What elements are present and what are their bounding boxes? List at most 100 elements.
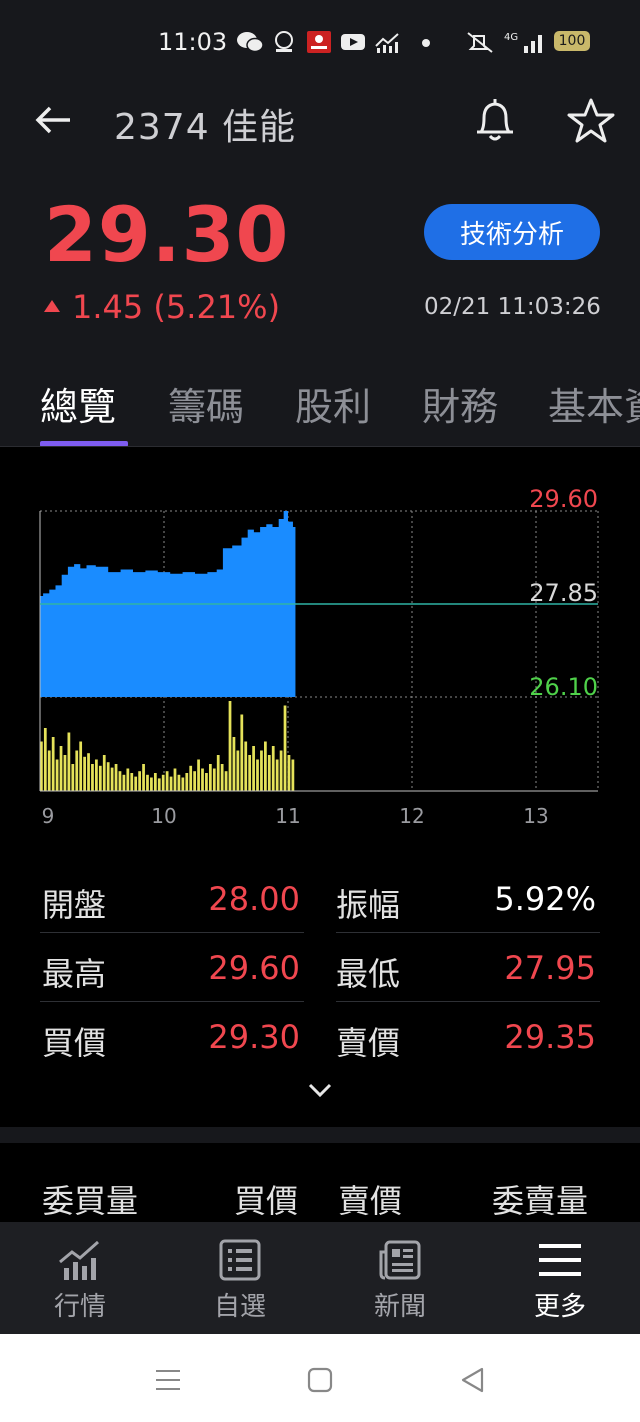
volume-bar bbox=[224, 771, 228, 791]
svg-text:4G: 4G bbox=[504, 32, 518, 43]
volume-bar bbox=[287, 755, 291, 791]
volume-bar bbox=[267, 755, 271, 791]
high-label: 最高 bbox=[42, 955, 107, 993]
volume-bar bbox=[43, 728, 47, 791]
volume-bar bbox=[91, 764, 94, 791]
volume-bar bbox=[252, 746, 255, 791]
volume-bar bbox=[256, 759, 259, 791]
volume-bar bbox=[201, 768, 204, 791]
row-separator bbox=[336, 1001, 600, 1002]
tab-overview[interactable]: 總覽 bbox=[40, 376, 116, 431]
bottom-navigation: 行情 自選 新聞 更多 bbox=[0, 1222, 640, 1334]
volume-bar bbox=[169, 776, 173, 791]
back-triangle-icon[interactable] bbox=[460, 1366, 486, 1394]
volume-bar bbox=[212, 768, 216, 791]
open-value: 28.00 bbox=[208, 880, 300, 918]
price-change: 1.45 (5.21%) bbox=[44, 288, 280, 326]
row-separator bbox=[40, 1001, 304, 1002]
wechat-icon bbox=[237, 32, 264, 53]
nav-market[interactable]: 行情 bbox=[20, 1222, 140, 1334]
amplitude-value: 5.92% bbox=[494, 880, 596, 918]
volume-bar bbox=[157, 778, 161, 791]
volume-bar bbox=[134, 776, 138, 791]
volume-bar bbox=[208, 764, 212, 791]
tab-dividend[interactable]: 股利 bbox=[295, 376, 371, 431]
status-bar: 11:03 4G 100 bbox=[0, 0, 640, 86]
up-triangle-icon bbox=[44, 300, 60, 312]
volume-bar bbox=[177, 774, 181, 791]
tab-basic-info[interactable]: 基本資 bbox=[548, 376, 640, 431]
volume-bar bbox=[236, 750, 240, 791]
nav-news-label: 新聞 bbox=[373, 1292, 426, 1322]
stock-title: 2374 佳能 bbox=[114, 107, 297, 148]
bid-label: 買價 bbox=[42, 1024, 107, 1062]
amplitude-label: 振幅 bbox=[336, 886, 401, 924]
volume-bar bbox=[126, 768, 130, 791]
tab-chips[interactable]: 籌碼 bbox=[168, 376, 244, 431]
tab-finance[interactable]: 財務 bbox=[422, 376, 498, 431]
news-icon bbox=[379, 1240, 421, 1280]
stock-app-icon bbox=[375, 33, 399, 53]
volume-bar bbox=[98, 765, 102, 791]
battery-indicator: 100 bbox=[554, 31, 590, 51]
volume-bar bbox=[71, 764, 75, 791]
volume-bar bbox=[181, 777, 185, 791]
bid-value: 29.30 bbox=[208, 1018, 300, 1056]
volume-bar bbox=[232, 737, 236, 791]
home-icon[interactable] bbox=[307, 1366, 333, 1394]
x-tick-label: 9 bbox=[42, 804, 55, 828]
volume-bar bbox=[264, 741, 267, 791]
volume-bar bbox=[87, 753, 90, 791]
bid-price-header: 買價 bbox=[234, 1182, 299, 1220]
volume-bar bbox=[142, 764, 145, 791]
volume-bar bbox=[95, 759, 98, 791]
chevron-down-icon[interactable] bbox=[306, 1076, 334, 1104]
status-time: 11:03 bbox=[158, 28, 228, 56]
volume-bar bbox=[193, 771, 197, 791]
volume-bar bbox=[205, 773, 208, 791]
low-label: 最低 bbox=[336, 955, 401, 993]
price-change-value: 1.45 (5.21%) bbox=[72, 288, 281, 326]
technical-analysis-button[interactable]: 技術分析 bbox=[424, 204, 600, 260]
volume-bar bbox=[161, 774, 165, 791]
row-separator bbox=[40, 932, 304, 933]
volume-bar bbox=[240, 714, 244, 791]
nav-watchlist[interactable]: 自選 bbox=[180, 1222, 300, 1334]
row-separator bbox=[336, 932, 600, 933]
volume-bar bbox=[79, 741, 83, 791]
youtube-icon bbox=[341, 34, 365, 50]
bell-alert-icon[interactable] bbox=[472, 96, 518, 146]
volume-bar bbox=[51, 737, 55, 791]
ask-volume-header: 委賣量 bbox=[492, 1182, 589, 1220]
x-tick-label: 10 bbox=[151, 804, 176, 828]
volume-bar bbox=[110, 767, 114, 791]
volume-bar bbox=[153, 773, 157, 791]
app-notification-icon bbox=[275, 31, 293, 52]
recent-apps-icon[interactable] bbox=[154, 1366, 182, 1394]
x-tick-label: 13 bbox=[523, 804, 548, 828]
volume-bar bbox=[220, 764, 224, 791]
volume-bar bbox=[59, 746, 63, 791]
volume-bar bbox=[228, 701, 232, 791]
section-gap bbox=[0, 1127, 640, 1143]
x-tick-label: 12 bbox=[399, 804, 424, 828]
volume-bar bbox=[55, 759, 59, 791]
volume-bar bbox=[165, 771, 169, 791]
nav-market-label: 行情 bbox=[53, 1292, 106, 1322]
favorite-star-icon[interactable] bbox=[566, 96, 616, 146]
tab-bar: 總覽 籌碼 股利 財務 基本資 bbox=[0, 370, 640, 446]
ask-price-header: 賣價 bbox=[338, 1182, 403, 1220]
volume-bar bbox=[279, 750, 283, 791]
ask-value: 29.35 bbox=[504, 1018, 596, 1056]
y-label-reference: 27.85 bbox=[529, 579, 598, 607]
signal-icon: 4G bbox=[504, 32, 542, 53]
x-tick-label: 11 bbox=[275, 804, 300, 828]
nav-news[interactable]: 新聞 bbox=[340, 1222, 460, 1334]
market-chart-icon bbox=[59, 1240, 99, 1280]
volume-bar bbox=[63, 755, 67, 791]
y-label-high: 29.60 bbox=[529, 485, 598, 513]
volume-bar bbox=[146, 774, 149, 791]
nav-more[interactable]: 更多 bbox=[500, 1222, 620, 1334]
back-arrow-icon[interactable] bbox=[34, 100, 74, 140]
volume-bar bbox=[216, 755, 220, 791]
